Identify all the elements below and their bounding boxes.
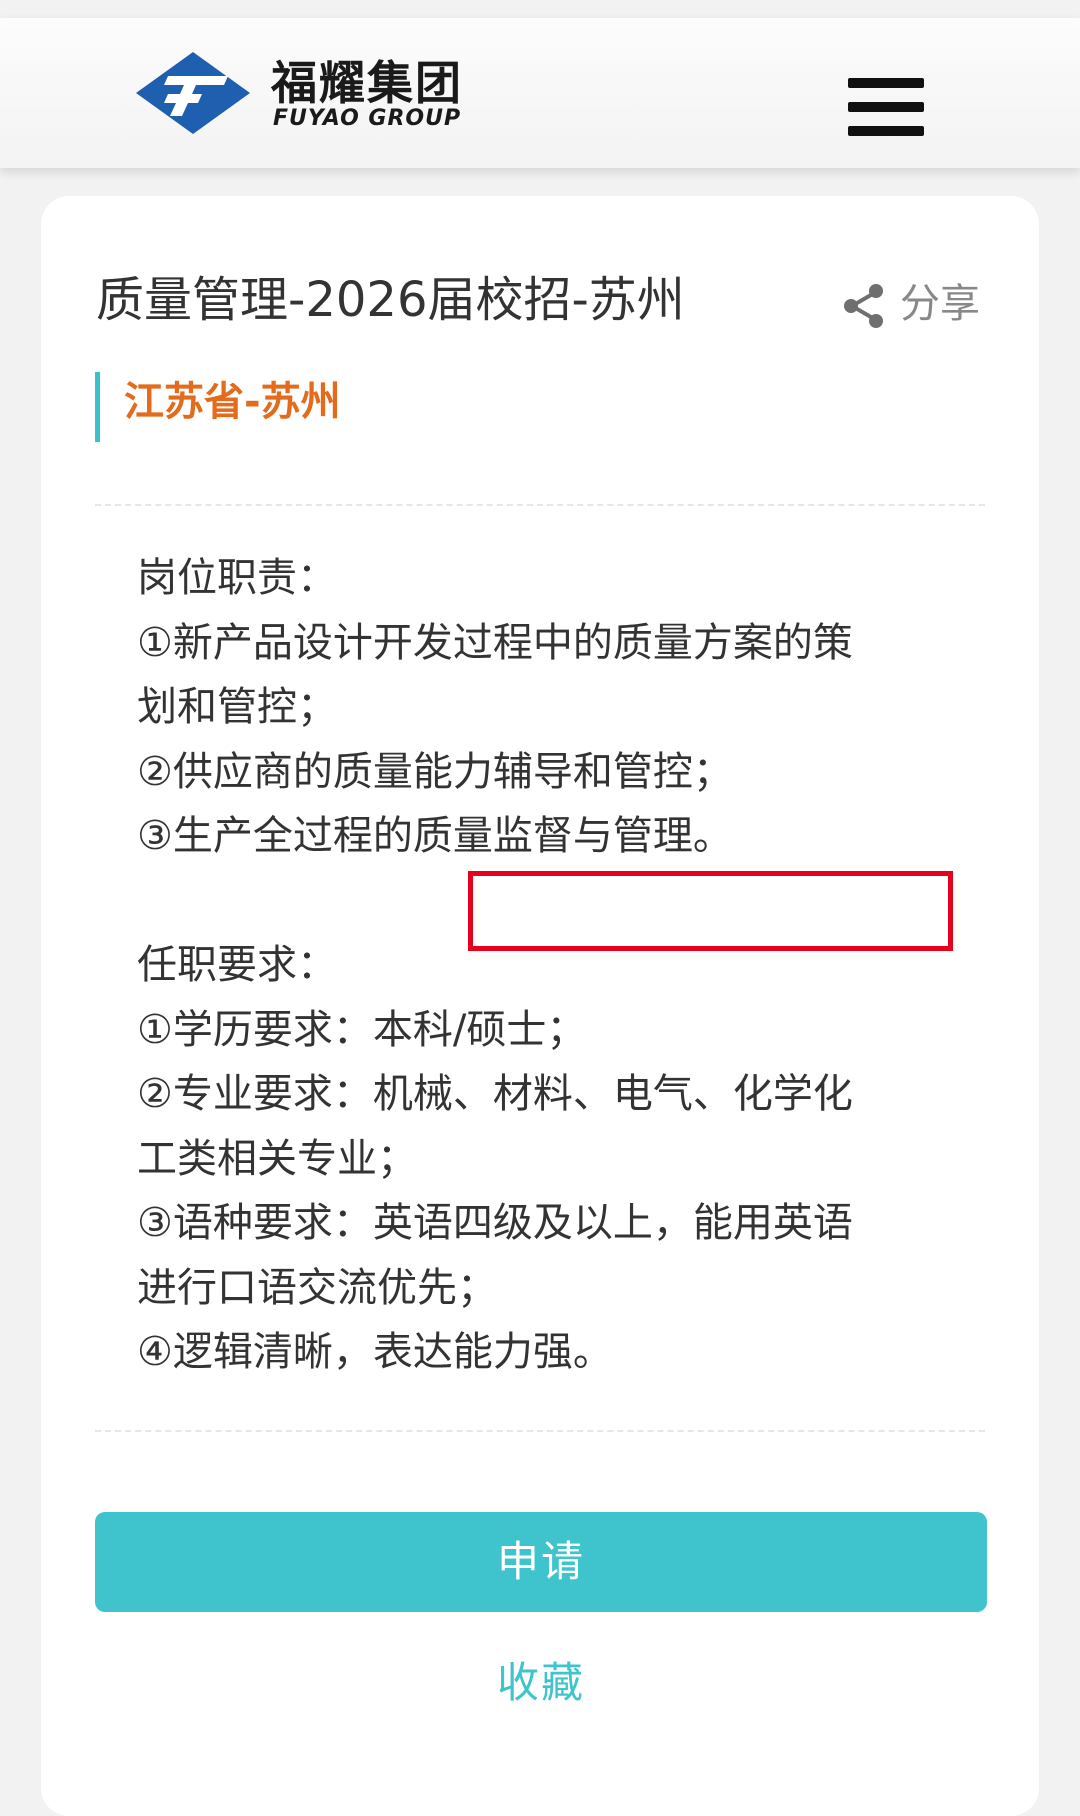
fuyao-logo-icon: [136, 52, 250, 134]
menu-icon-bar: [848, 102, 924, 112]
job-detail-card: 质量管理-2026届校招-苏州 分享 江苏省-苏州 岗位职责： ①新产品设计开发…: [41, 196, 1039, 1816]
description-line: ①新产品设计开发过程中的质量方案的策: [137, 619, 853, 666]
description-line: 工类相关专业；: [137, 1135, 417, 1182]
description-line: ①学历要求：本科/硕士；: [137, 1006, 587, 1053]
favorite-button[interactable]: 收藏: [95, 1648, 987, 1718]
description-line: 进行口语交流优先；: [137, 1264, 497, 1311]
description-line: ③生产全过程的质量监督与管理。: [137, 813, 733, 859]
logo-chinese-name: 福耀集团: [271, 56, 463, 110]
apply-button[interactable]: 申请: [95, 1512, 987, 1612]
description-line: ②供应商的质量能力辅导和管控；: [137, 748, 733, 795]
logo-english-name: FUYAO GROUP: [273, 106, 462, 131]
description-line: ③语种要求：英语四级及以上，能用英语: [137, 1200, 853, 1246]
red-highlight-annotation: [468, 871, 953, 951]
description-line: ②专业要求：机械、材料、电气、化学化: [137, 1071, 853, 1117]
job-description: 岗位职责： ①新产品设计开发过程中的质量方案的策 划和管控； ②供应商的质量能力…: [137, 546, 957, 1385]
fuyao-logo[interactable]: 福耀集团 FUYAO GROUP: [128, 48, 488, 138]
section-divider: [95, 1430, 985, 1432]
menu-icon-bar: [848, 78, 924, 88]
job-location: 江苏省-苏州: [124, 379, 341, 425]
section-divider: [95, 504, 985, 506]
description-line: 岗位职责：: [137, 555, 337, 601]
status-bar-strip: [0, 0, 1080, 18]
description-line: 划和管控；: [137, 684, 337, 730]
share-button[interactable]: 分享: [840, 274, 1000, 334]
share-icon: [844, 284, 883, 328]
hamburger-menu-button[interactable]: [848, 78, 924, 136]
menu-icon-bar: [848, 126, 924, 136]
job-title: 质量管理-2026届校招-苏州: [96, 272, 685, 328]
description-line: ④逻辑清晰，表达能力强。: [137, 1329, 613, 1375]
share-label: 分享: [900, 281, 980, 327]
location-tag: 江苏省-苏州: [95, 372, 341, 442]
site-header: 福耀集团 FUYAO GROUP: [0, 18, 1080, 168]
